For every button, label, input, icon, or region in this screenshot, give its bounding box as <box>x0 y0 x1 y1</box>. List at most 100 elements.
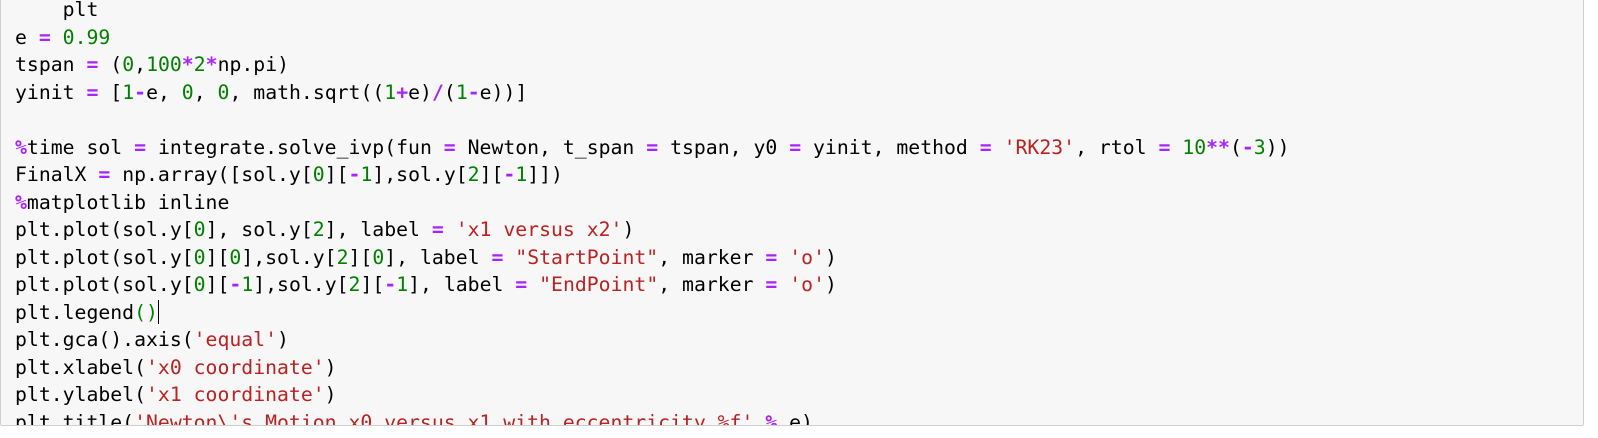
code-token: )) <box>1265 135 1290 159</box>
code-token: - <box>384 273 397 296</box>
code-token: 0 <box>181 80 194 104</box>
code-token: ) <box>324 383 337 406</box>
code-token: 0 <box>372 245 385 269</box>
code-token: 100 <box>146 53 182 76</box>
code-token: , marker <box>658 245 766 269</box>
code-token: 1 <box>241 273 254 296</box>
code-token: , <box>134 53 147 76</box>
code-token: / <box>431 80 444 104</box>
code-token: ][ <box>360 273 385 296</box>
code-token: ) <box>622 218 635 241</box>
code-token: 3 <box>1253 135 1266 159</box>
code-token: - <box>229 273 242 296</box>
code-line: plt.ylabel('x1 coordinate') <box>15 381 1290 409</box>
code-line: plt.title('Newton\'s Motion x0 versus x1… <box>15 409 1290 426</box>
code-token: % <box>765 410 778 426</box>
code-token: , marker <box>658 273 766 296</box>
code-token: ][ <box>348 245 373 269</box>
code-line: plt.legend() <box>15 299 1290 327</box>
code-token: 0 <box>193 218 206 241</box>
code-token: 0 <box>217 80 230 104</box>
code-cell-editor[interactable]: plt e = 0.99 tspan = (0,100*2*np.pi) yinit … <box>0 0 1584 426</box>
code-line: plt.xlabel('x0 coordinate') <box>15 354 1290 382</box>
code-token: ][ <box>205 245 230 269</box>
code-line: tspan = (0,100*2*np.pi) <box>15 51 1290 79</box>
code-token: e))] <box>479 80 528 104</box>
code-token: = <box>431 218 444 241</box>
code-token: plt.ylabel( <box>15 383 147 406</box>
code-token: = <box>765 273 778 296</box>
code-token: 1 <box>384 80 397 104</box>
code-line: plt.plot(sol.y[0], sol.y[2], label = 'x1… <box>15 216 1290 244</box>
code-token: plt <box>15 0 99 21</box>
code-token: 1 <box>122 80 135 104</box>
code-token: e, <box>146 80 182 104</box>
text-cursor <box>157 299 159 324</box>
code-token: % <box>15 190 27 214</box>
code-token: plt.title( <box>15 410 135 426</box>
code-token: ) <box>825 273 837 296</box>
code-token: ( <box>443 80 456 104</box>
code-line: FinalX = np.array([sol.y[0][-1],sol.y[2]… <box>15 161 1290 189</box>
code-token: 1 <box>360 163 373 186</box>
code-token: 0 <box>193 245 206 269</box>
code-token: "EndPoint" <box>539 273 659 296</box>
code-token: yinit, method <box>801 135 980 159</box>
code-token: ][ <box>479 163 504 186</box>
code-token: np.array([sol.y[ <box>110 163 313 186</box>
code-token: 'o' <box>789 273 825 296</box>
code-token: plt.legend <box>15 300 135 324</box>
code-token: ) <box>277 328 289 351</box>
code-token: Newton, t_span <box>455 135 647 159</box>
code-token: e) <box>777 410 813 426</box>
code-token: 2 <box>336 245 349 269</box>
code-token: - <box>348 163 361 186</box>
code-line: yinit = [1-e, 0, 0, math.sqrt((1+e)/(1-e… <box>15 79 1290 107</box>
code-token: ], sol.y[ <box>205 218 313 241</box>
code-token: "StartPoint" <box>515 245 659 269</box>
code-line: %time sol = integrate.solve_ivp(fun = Ne… <box>15 134 1290 162</box>
code-token: ], label <box>384 245 492 269</box>
code-token: plt.plot(sol.y[ <box>15 218 194 241</box>
code-token: 2 <box>193 53 206 76</box>
code-token: plt.plot(sol.y[ <box>15 273 194 296</box>
code-token: e <box>15 25 39 49</box>
code-token: 2 <box>312 218 325 241</box>
code-token: e) <box>408 80 432 104</box>
code-token: 2 <box>348 273 361 296</box>
code-token: plt.gca().axis( <box>15 328 194 351</box>
code-token: ][ <box>205 273 230 296</box>
code-line: plt.gca().axis('equal') <box>15 326 1290 354</box>
code-token: = <box>38 25 51 49</box>
code-token: ** <box>1206 135 1230 159</box>
code-token: yinit <box>15 80 87 104</box>
code-token: , rtol <box>1075 135 1159 159</box>
code-token: 'RK23' <box>1003 135 1076 159</box>
code-token: ) <box>324 355 337 379</box>
code-token: , <box>193 80 218 104</box>
code-token: matplotlib inline <box>26 190 230 214</box>
code-editor-text[interactable]: plt e = 0.99 tspan = (0,100*2*np.pi) yinit … <box>15 0 1290 426</box>
code-token: 'Newton\'s Motion x0 versus x1 with ecce… <box>134 410 754 426</box>
code-line: plt <box>15 0 1290 24</box>
code-token: time sol <box>26 135 135 159</box>
code-token: np.pi) <box>217 53 290 76</box>
code-token: - <box>503 163 516 186</box>
code-token: * <box>181 53 194 76</box>
code-token: = <box>789 135 802 159</box>
code-line: plt.plot(sol.y[0][0],sol.y[2][0], label … <box>15 244 1290 272</box>
code-line: %matplotlib inline <box>15 189 1290 217</box>
code-token: ], label <box>324 218 432 241</box>
code-token: = <box>765 245 778 269</box>
code-token: ][ <box>324 163 349 186</box>
code-token: tspan <box>15 53 87 76</box>
